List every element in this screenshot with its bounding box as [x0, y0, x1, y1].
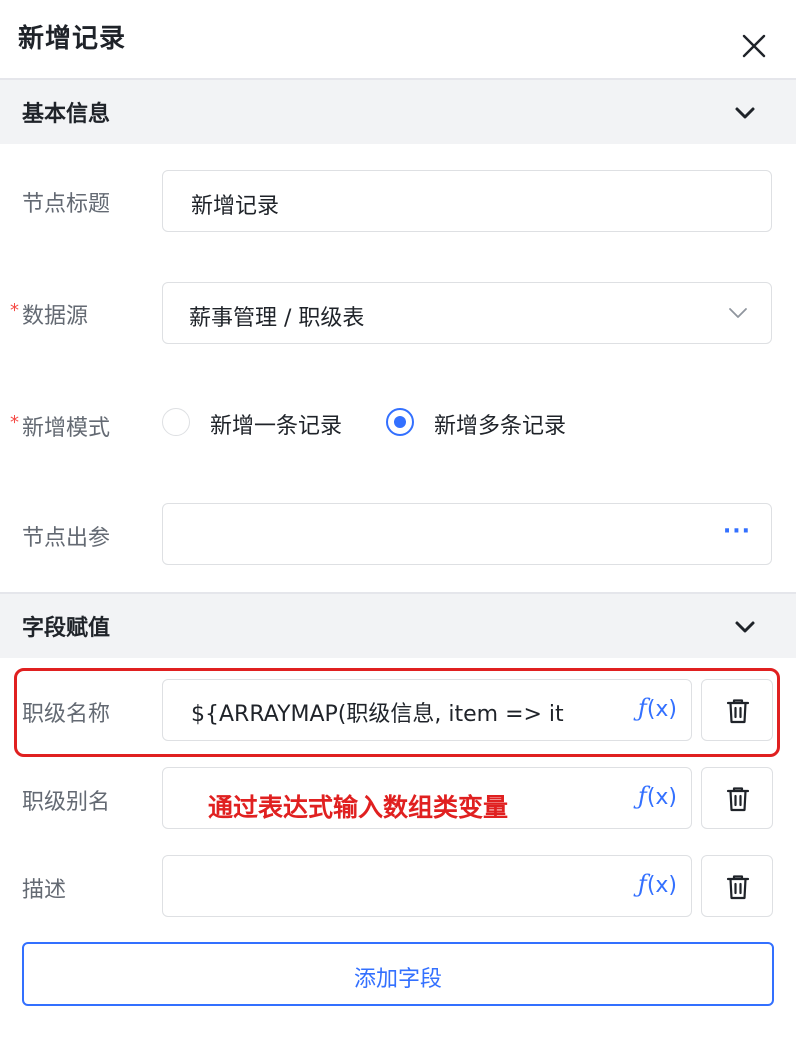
formula-fx-label: (x)	[646, 785, 677, 810]
chevron-down-icon	[727, 302, 749, 324]
delete-field-button[interactable]	[701, 767, 773, 829]
more-icon[interactable]: ···	[723, 519, 751, 544]
radio-add-single[interactable]: 新增一条记录	[162, 406, 362, 440]
radio-add-single-label: 新增一条记录	[210, 414, 343, 439]
close-icon[interactable]	[738, 30, 770, 62]
basic-info-section-title: 基本信息	[22, 102, 111, 127]
formula-f-glyph: ƒ	[637, 870, 647, 898]
add-record-panel: 新增记录 基本信息 节点标题 新增记录 * 数据源 薪事管理 / 职级表 * 新…	[0, 0, 796, 1044]
chevron-down-icon[interactable]	[732, 100, 758, 126]
radio-add-multiple-label: 新增多条记录	[434, 414, 567, 439]
data-source-label: * 数据源	[10, 298, 89, 330]
delete-field-button[interactable]	[701, 855, 773, 917]
formula-fx-icon[interactable]: ƒ(x)	[638, 782, 677, 810]
formula-f-glyph: ƒ	[637, 782, 647, 810]
field-label-rank-alias: 职级别名	[22, 790, 111, 815]
node-output-label: 节点出参	[22, 526, 111, 551]
trash-icon	[726, 787, 750, 812]
panel-header: 新增记录	[0, 0, 796, 80]
panel-title: 新增记录	[18, 24, 127, 54]
node-title-label: 节点标题	[22, 192, 111, 217]
required-mark: *	[10, 412, 19, 433]
required-mark: *	[10, 300, 19, 321]
radio-checked-icon	[386, 408, 414, 436]
data-source-value: 薪事管理 / 职级表	[189, 306, 365, 331]
annotation-text: 通过表达式输入数组类变量	[208, 793, 509, 822]
field-label-description: 描述	[22, 878, 67, 903]
node-title-value: 新增记录	[191, 194, 280, 219]
chevron-down-icon[interactable]	[732, 614, 758, 640]
trash-icon	[726, 875, 750, 900]
node-title-input[interactable]: 新增记录	[162, 170, 772, 232]
node-output-input[interactable]: ···	[162, 503, 772, 565]
add-mode-label-text: 新增模式	[22, 416, 111, 441]
highlight-annotation-box	[14, 668, 780, 757]
radio-add-multiple[interactable]: 新增多条记录	[386, 406, 586, 440]
add-mode-label: * 新增模式	[10, 410, 111, 442]
basic-info-section-header[interactable]: 基本信息	[0, 80, 796, 144]
formula-fx-icon[interactable]: ƒ(x)	[638, 870, 677, 898]
data-source-select[interactable]: 薪事管理 / 职级表	[162, 282, 772, 344]
add-field-button-label: 添加字段	[353, 967, 442, 992]
radio-dot	[394, 416, 406, 428]
field-value-input[interactable]: ƒ(x)	[162, 855, 692, 917]
add-field-button[interactable]: 添加字段	[22, 942, 774, 1006]
data-source-label-text: 数据源	[22, 304, 89, 329]
field-assignment-section-header[interactable]: 字段赋值	[0, 592, 796, 658]
formula-fx-label: (x)	[646, 873, 677, 898]
field-assignment-section-title: 字段赋值	[22, 616, 111, 641]
radio-unchecked-icon	[162, 408, 190, 436]
